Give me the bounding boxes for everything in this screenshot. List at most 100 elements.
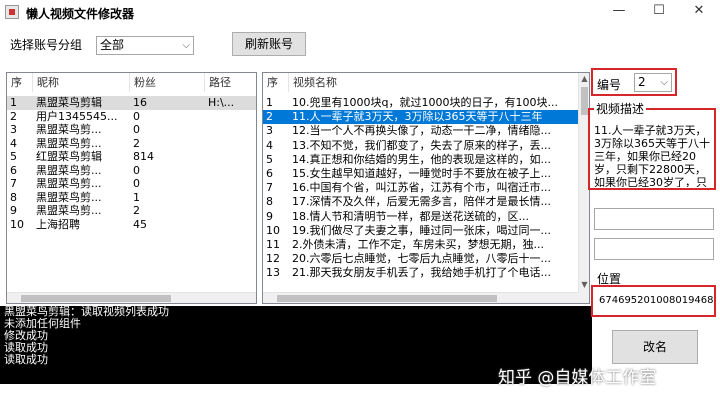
close-button[interactable]: ✕ xyxy=(680,0,718,24)
account-cell-name: 黑盟菜鸟剪辑 xyxy=(36,96,102,109)
account-cell-name: 黑盟菜鸟剪... xyxy=(36,190,102,204)
videos-list[interactable]: 序 视频名称 1 10.兜里有1000块q，就过1000块的日子，有100块...… xyxy=(262,72,590,304)
number-select[interactable]: 2 ⌵ xyxy=(634,73,672,92)
account-row[interactable]: 9 黑盟菜鸟剪... 2 xyxy=(7,204,256,218)
account-cell-name: 黑盟菜鸟剪... xyxy=(36,177,102,190)
video-cell-no: 6 xyxy=(266,167,273,180)
watermark-text: 知乎 @自媒体工作室 xyxy=(498,368,657,388)
refresh-accounts-button[interactable]: 刷新账号 xyxy=(232,32,306,56)
video-cell-name: 2.外债未清，工作不定，车房未买，梦想无期，独... xyxy=(292,238,544,251)
rename-button[interactable]: 改名 xyxy=(612,330,698,364)
accounts-scroll-thumb[interactable] xyxy=(21,295,171,302)
account-cell-name: 黑盟菜鸟剪... xyxy=(36,204,102,217)
accounts-horizontal-scrollbar[interactable] xyxy=(7,292,256,303)
videos-header-name[interactable]: 视频名称 xyxy=(289,73,579,92)
video-cell-name: 20.六零后七点睡觉，七零后九点睡觉，八零后十一... xyxy=(292,252,551,266)
title-bar: 懒人视频文件修改器 — ☐ ✕ xyxy=(0,0,720,26)
description-textarea[interactable]: 11.人一辈子就3万天，3万除以365天等于八十三年，如果你已经20岁，只剩下2… xyxy=(591,122,713,187)
video-cell-no: 2 xyxy=(266,110,273,124)
video-cell-no: 7 xyxy=(266,181,273,195)
videos-horizontal-scrollbar[interactable] xyxy=(263,292,579,303)
account-cell-fans: 0 xyxy=(133,177,140,190)
position-input[interactable]: 674695201008019468 xyxy=(595,290,714,312)
account-cell-no: 4 xyxy=(10,136,17,150)
video-row[interactable]: 7 16.中国有个省，叫江苏省，江苏有个市，叫宿迁市... xyxy=(263,181,579,195)
video-row[interactable]: 1 10.兜里有1000块q，就过1000块的日子，有100块... xyxy=(263,96,579,110)
account-cell-no: 10 xyxy=(10,217,24,231)
video-cell-no: 11 xyxy=(266,238,280,251)
account-row[interactable]: 7 黑盟菜鸟剪... 0 xyxy=(7,177,256,191)
minimize-button[interactable]: — xyxy=(600,0,638,24)
video-cell-name: 18.情人节和清明节一样，都是送花送硫的，区... xyxy=(292,209,529,223)
video-cell-no: 8 xyxy=(266,195,273,209)
group-label: 选择账号分组 xyxy=(10,38,83,52)
video-cell-name: 21.那天我女朋友手机丢了，我给她手机打了个电话... xyxy=(292,266,551,280)
video-row[interactable]: 8 17.深情不及久伴，后爱无需多言，陪伴才是最长情... xyxy=(263,195,579,209)
video-cell-name: 19.我们做尽了夫妻之事，睡过同一张床，喝过同一... xyxy=(292,223,551,237)
videos-hscroll-thumb[interactable] xyxy=(277,295,497,302)
video-row[interactable]: 9 18.情人节和清明节一样，都是送花送硫的，区... xyxy=(263,210,579,224)
video-row[interactable]: 12 20.六零后七点睡觉，七零后九点睡觉，八零后十一... xyxy=(263,252,579,266)
video-cell-name: 12.当一个人不再换头像了，动态一干二净，情绪隐... xyxy=(292,124,551,138)
account-cell-name: 上海招聘 xyxy=(36,217,80,231)
scroll-down-icon[interactable]: ▼ xyxy=(579,279,589,291)
account-group-select[interactable]: 全部 ⌵ xyxy=(96,36,194,55)
account-cell-no: 7 xyxy=(10,177,17,190)
account-cell-fans: 0 xyxy=(133,163,140,177)
maximize-button[interactable]: ☐ xyxy=(640,0,678,24)
video-cell-no: 4 xyxy=(266,138,273,152)
accounts-header-path[interactable]: 路径 xyxy=(205,73,256,92)
description-label: 视频描述 xyxy=(594,100,647,117)
account-cell-name: 黑盟菜鸟剪... xyxy=(36,123,102,136)
chevron-down-icon: ⌵ xyxy=(182,40,190,51)
video-cell-name: 13.不知不觉，我们都变了，失去了原来的样子，丢... xyxy=(292,138,551,152)
videos-header-no[interactable]: 序 xyxy=(263,73,289,92)
account-cell-fans: 2 xyxy=(133,204,140,217)
video-row[interactable]: 2 11.人一辈子就3万天，3万除以365天等于八十三年 xyxy=(263,110,579,124)
console-line: 修改成功 xyxy=(4,329,48,342)
account-row[interactable]: 6 黑盟菜鸟剪... 0 xyxy=(7,163,256,178)
account-cell-fans: 0 xyxy=(133,109,140,123)
video-row[interactable]: 4 13.不知不觉，我们都变了，失去了原来的样子，丢... xyxy=(263,139,579,153)
video-row[interactable]: 6 15.女生越早知道越好，一睡觉时手不要放在被子上... xyxy=(263,167,579,181)
account-row[interactable]: 3 黑盟菜鸟剪... 0 xyxy=(7,123,256,137)
console-line: 读取成功 xyxy=(4,341,48,354)
account-row[interactable]: 4 黑盟菜鸟剪... 2 xyxy=(7,136,256,151)
accounts-header-no[interactable]: 序 xyxy=(7,73,33,92)
account-cell-name: 黑盟菜鸟剪... xyxy=(36,136,102,150)
account-cell-name: 用户1345545... xyxy=(36,109,118,123)
accounts-header-name[interactable]: 昵称 xyxy=(33,73,130,92)
accounts-list[interactable]: 序 昵称 粉丝 路径 1 黑盟菜鸟剪辑 16 H:\... 2 用户1345545... 0… xyxy=(6,72,257,304)
account-row[interactable]: 10 上海招聘 45 xyxy=(7,217,256,232)
video-row[interactable]: 10 19.我们做尽了夫妻之事，睡过同一张床，喝过同一... xyxy=(263,224,579,238)
video-cell-no: 9 xyxy=(266,209,273,223)
account-group-value: 全部 xyxy=(100,38,125,52)
account-row[interactable]: 8 黑盟菜鸟剪... 1 xyxy=(7,190,256,205)
account-row[interactable]: 1 黑盟菜鸟剪辑 16 H:\... xyxy=(7,96,256,110)
account-cell-fans: 16 xyxy=(133,96,147,109)
scroll-up-icon[interactable]: ▲ xyxy=(579,73,589,85)
accounts-header-fans[interactable]: 粉丝 xyxy=(130,73,205,92)
video-cell-name: 16.中国有个省，叫江苏省，江苏有个市，叫宿迁市... xyxy=(292,181,551,195)
video-row[interactable]: 11 2.外债未清，工作不定，车房未买，梦想无期，独... xyxy=(263,238,579,252)
account-cell-fans: 2 xyxy=(133,136,140,150)
account-cell-fans: 1 xyxy=(133,190,140,204)
video-cell-no: 13 xyxy=(266,266,280,280)
account-cell-path: H:\... xyxy=(208,96,235,109)
chevron-down-icon: ⌵ xyxy=(660,77,668,88)
video-cell-no: 10 xyxy=(266,223,280,237)
video-row[interactable]: 3 12.当一个人不再换头像了，动态一干二净，情绪隐... xyxy=(263,124,579,138)
extra-field-2[interactable] xyxy=(594,238,714,260)
video-cell-no: 1 xyxy=(266,96,273,109)
account-cell-no: 6 xyxy=(10,163,17,177)
account-cell-fans: 0 xyxy=(133,123,140,136)
video-row[interactable]: 5 14.真正想和你结婚的男生，他的表现是这样的，如... xyxy=(263,153,579,167)
videos-scroll-thumb[interactable] xyxy=(581,87,588,115)
app-icon xyxy=(5,5,19,19)
video-cell-name: 10.兜里有1000块q，就过1000块的日子，有100块... xyxy=(292,96,558,109)
account-row[interactable]: 2 用户1345545... 0 xyxy=(7,109,256,124)
console-line: 未添加任何组件 xyxy=(4,317,81,330)
extra-field-1[interactable] xyxy=(594,208,714,230)
account-row[interactable]: 5 红盟菜鸟剪辑 814 xyxy=(7,150,256,164)
video-row[interactable]: 13 21.那天我女朋友手机丢了，我给她手机打了个电话... xyxy=(263,266,579,280)
